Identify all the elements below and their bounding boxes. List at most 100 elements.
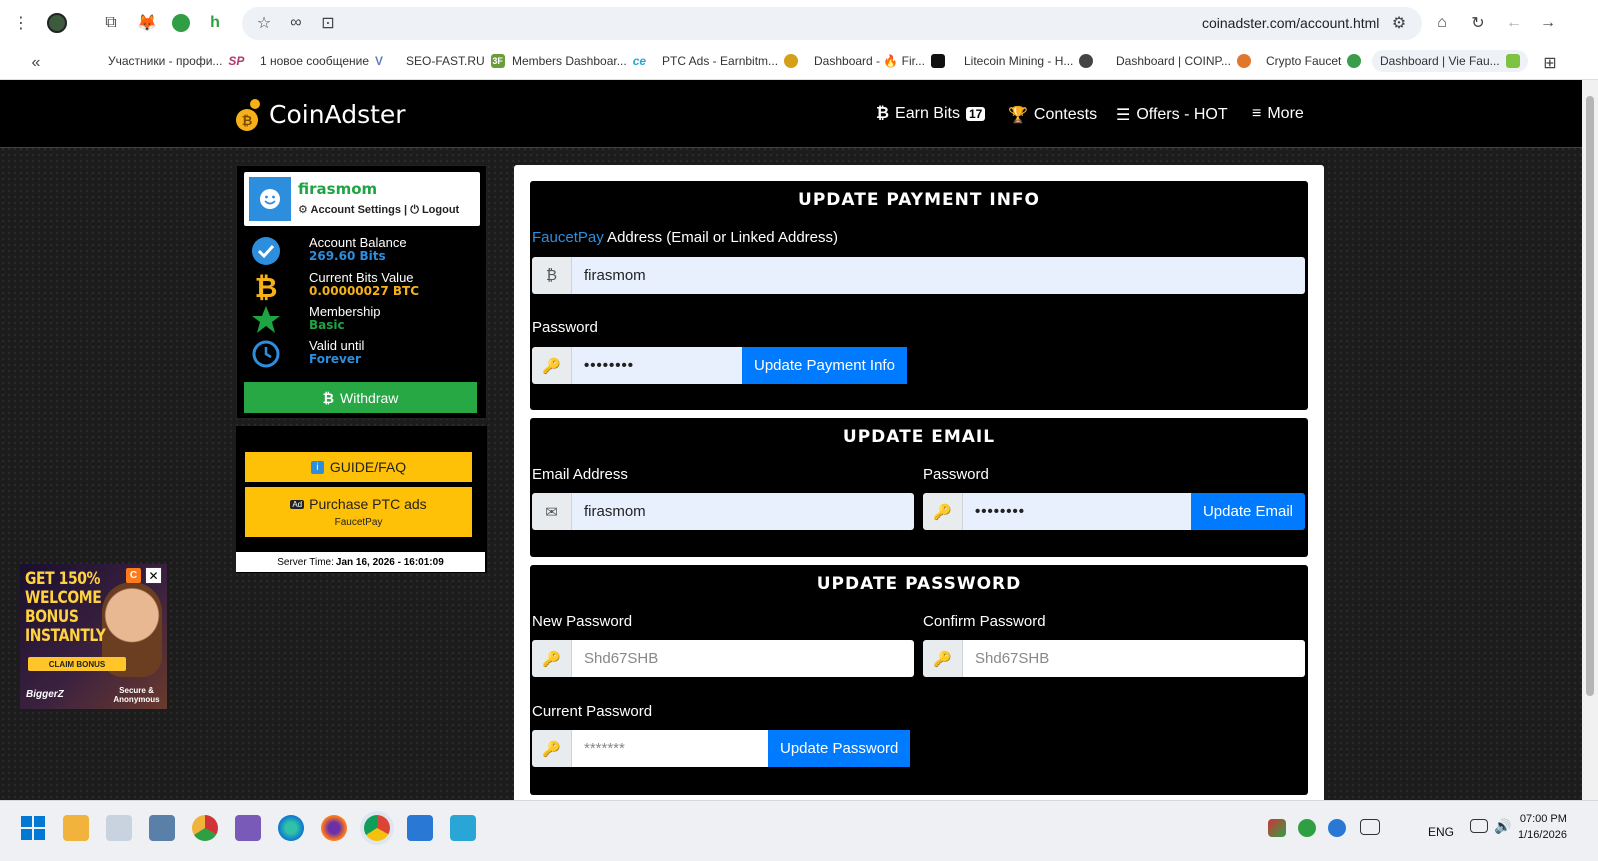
- tray-sync-icon[interactable]: [1298, 819, 1316, 837]
- firefox-icon[interactable]: [321, 815, 347, 841]
- all-bookmarks-icon[interactable]: ⊞: [1538, 50, 1562, 76]
- tray-search-icon[interactable]: [1328, 819, 1346, 837]
- language-indicator[interactable]: ENG: [1428, 825, 1454, 839]
- address-bar[interactable]: ☆ ∞ ⊡ coinadster.com/account.html ⚙: [242, 7, 1422, 40]
- new-password-input[interactable]: Shd67SHB: [572, 640, 914, 677]
- update-email-button[interactable]: Update Email: [1190, 493, 1305, 530]
- page-scrollbar[interactable]: [1582, 80, 1598, 800]
- update-password-button[interactable]: Update Password: [768, 730, 911, 767]
- bookmark-3[interactable]: SEO-FAST.RU 3F: [406, 54, 505, 68]
- clock-date: 1/16/2026: [1518, 829, 1567, 841]
- edge-icon[interactable]: [278, 815, 304, 841]
- profile-box: firasmom ⚙ Account Settings | ⏻ Logout A…: [236, 165, 487, 419]
- site-logo[interactable]: ₿ CoinAdster: [235, 96, 406, 132]
- bookmark-5[interactable]: PTC Ads - Earnbitm...: [662, 54, 799, 68]
- bookmark-8[interactable]: Dashboard | COINP...: [1116, 54, 1251, 68]
- site-settings-icon[interactable]: ⚙: [1387, 10, 1411, 36]
- app-icon[interactable]: [192, 815, 218, 841]
- windows-start-icon[interactable]: [20, 815, 46, 841]
- power-icon: ⏻: [410, 204, 419, 216]
- current-password-input[interactable]: *******: [572, 730, 768, 767]
- nav-offers[interactable]: ☰ Offers - HOT: [1116, 105, 1228, 125]
- bookmark-2[interactable]: 1 новое сообщение V: [260, 54, 383, 68]
- faucetpay-link[interactable]: FaucetPay: [532, 229, 604, 246]
- store-icon[interactable]: [63, 815, 89, 841]
- payment-password-label: Password: [532, 319, 598, 336]
- faucetpay-address-input[interactable]: firasmom: [572, 257, 1305, 294]
- ad-banner[interactable]: GET 150% WELCOME BONUS INSTANTLY CLAIM B…: [20, 564, 167, 709]
- bookmarks-bar: « Участники - профи... SP 1 новое сообщен…: [0, 46, 1598, 80]
- photos-icon[interactable]: [235, 815, 261, 841]
- volume-icon[interactable]: 🔊: [1494, 818, 1511, 834]
- purchase-ptc-button[interactable]: Ad Purchase PTC ads FaucetPay: [245, 487, 472, 537]
- bits-value: 0.00000027 BTC: [309, 284, 420, 298]
- username: firasmom: [298, 180, 378, 198]
- globe-extension-icon[interactable]: [168, 10, 194, 36]
- collapse-sidebar-icon[interactable]: «: [24, 50, 48, 76]
- logout-link[interactable]: Logout: [422, 204, 459, 216]
- bitcoin-icon: ₿: [876, 105, 890, 122]
- remote-desktop-icon[interactable]: [407, 815, 433, 841]
- back-icon[interactable]: ←: [1502, 10, 1526, 36]
- earn-bits-badge: 17: [965, 107, 986, 121]
- home-icon[interactable]: ⌂: [1430, 10, 1454, 36]
- email-input[interactable]: firasmom: [572, 493, 914, 530]
- email-password-input[interactable]: ••••••••: [963, 493, 1191, 530]
- puzzle-extensions-icon[interactable]: ⧉: [98, 10, 124, 36]
- faucetpay-address-group: ₿ firasmom: [532, 257, 1305, 294]
- payment-password-group: 🔑 •••••••• Update Payment Info: [532, 347, 914, 384]
- key-icon: 🔑: [532, 640, 572, 677]
- ad-claim-button[interactable]: CLAIM BONUS: [28, 657, 126, 671]
- bookmark-7[interactable]: Litecoin Mining - H...: [964, 54, 1094, 68]
- valid-until-value: Forever: [309, 352, 361, 366]
- menu-dots-icon[interactable]: ⋮: [10, 10, 32, 36]
- gear-icon: ⚙: [298, 204, 308, 216]
- browser-toolbar: ⋮ ⧉ 🦊 h ☆ ∞ ⊡ coinadster.com/account.htm…: [0, 0, 1598, 46]
- account-settings-link[interactable]: Account Settings: [311, 204, 401, 216]
- glasses-icon[interactable]: ∞: [284, 10, 308, 36]
- bookmark-9[interactable]: Crypto Faucet: [1266, 54, 1362, 68]
- taskbar: ENG 🔊 07:00 PM 1/16/2026: [0, 800, 1598, 861]
- clock-time: 07:00 PM: [1519, 813, 1567, 825]
- document-icon[interactable]: [106, 815, 132, 841]
- password-title: UPDATE PASSWORD: [816, 574, 1022, 594]
- payment-password-input[interactable]: ••••••••: [572, 347, 742, 384]
- tray-app-icon[interactable]: [1268, 819, 1286, 837]
- bookmark-4[interactable]: Members Dashboar... ce: [512, 54, 646, 68]
- bookmark-10[interactable]: Dashboard | Vie Fau...: [1372, 50, 1528, 72]
- ad-close-icon[interactable]: ✕: [145, 567, 162, 584]
- withdraw-button[interactable]: ₿ Withdraw: [244, 382, 477, 413]
- reload-icon[interactable]: ↻: [1466, 10, 1490, 36]
- nav-more[interactable]: ≡ More: [1252, 105, 1304, 123]
- update-payment-button[interactable]: Update Payment Info: [742, 347, 907, 384]
- nav-earn-bits[interactable]: ₿ Earn Bits 17: [876, 105, 986, 123]
- nav-contests[interactable]: 🏆 Contests: [1008, 105, 1097, 125]
- keyboard-icon[interactable]: [1360, 819, 1380, 835]
- scroll-thumb[interactable]: [1586, 96, 1594, 696]
- key-icon: 🔑: [532, 347, 572, 384]
- metamask-icon[interactable]: 🦊: [134, 10, 160, 36]
- page: ₿ CoinAdster ₿ Earn Bits 17 🏆 Contests ☰…: [0, 80, 1582, 800]
- ad-choices-icon[interactable]: C: [126, 568, 141, 583]
- extension-icon[interactable]: [44, 10, 70, 36]
- screenshot-icon[interactable]: [149, 815, 175, 841]
- clock[interactable]: 07:00 PM 1/16/2026: [1518, 811, 1567, 843]
- new-password-group: 🔑 Shd67SHB: [532, 640, 914, 677]
- stat-valid-until: Valid until Forever: [249, 337, 479, 371]
- h-extension-icon[interactable]: h: [202, 10, 228, 36]
- links-box: i GUIDE/FAQ Ad Purchase PTC ads FaucetPa…: [236, 426, 487, 573]
- coin-bag-icon: ₿: [236, 99, 260, 131]
- chrome-icon[interactable]: [364, 815, 390, 841]
- svg-text:₿: ₿: [255, 271, 278, 301]
- bookmark-1[interactable]: Участники - профи... SP: [108, 54, 244, 68]
- current-password-label: Current Password: [532, 703, 653, 720]
- smiley-icon: [260, 189, 280, 209]
- bookmark-6[interactable]: Dashboard - 🔥 Fir...: [814, 54, 945, 68]
- translate-icon[interactable]: ⊡: [316, 10, 340, 36]
- guide-faq-button[interactable]: i GUIDE/FAQ: [245, 452, 472, 482]
- star-icon[interactable]: ☆: [252, 10, 276, 36]
- forward-icon[interactable]: →: [1536, 10, 1560, 36]
- network-icon[interactable]: [1470, 819, 1488, 833]
- notepad-icon[interactable]: [450, 815, 476, 841]
- confirm-password-input[interactable]: Shd67SHB: [963, 640, 1305, 677]
